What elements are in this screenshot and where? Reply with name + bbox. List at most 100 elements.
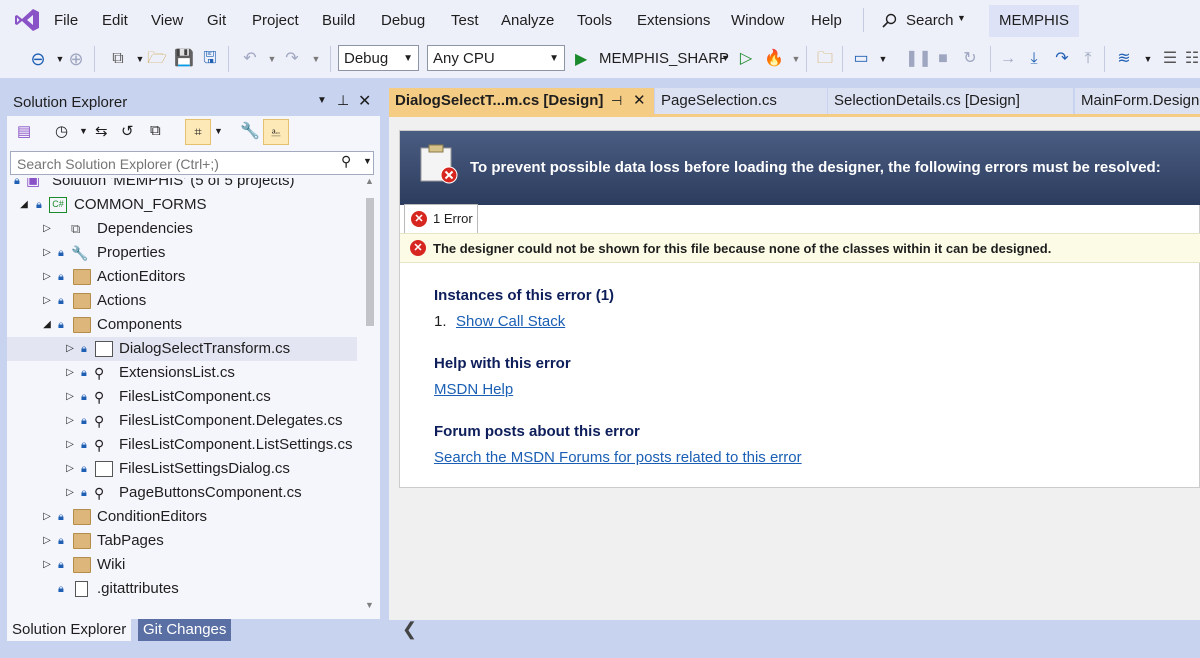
step-over-icon[interactable]: ↷	[1052, 49, 1072, 69]
tree-item-extensionslist[interactable]: ▷ 🔒︎ ⚲ ExtensionsList.cs	[7, 361, 357, 385]
collapsed-arrow-icon[interactable]: ▷	[41, 217, 53, 241]
tree-item-dialogselecttransform[interactable]: ▷ 🔒︎ DialogSelectTransform.cs	[7, 337, 357, 361]
tree-item-fileslistsettingsdialog[interactable]: ▷ 🔒︎ FilesListSettingsDialog.cs	[7, 457, 357, 481]
switch-views-icon[interactable]: ▤	[17, 122, 31, 140]
collapsed-arrow-icon[interactable]: ▷	[64, 481, 76, 505]
collapsed-arrow-icon[interactable]: ▷	[64, 385, 76, 409]
platform-dropdown[interactable]: Any CPU ▼	[427, 45, 565, 71]
visual-studio-logo-icon[interactable]	[14, 8, 40, 32]
menu-extensions[interactable]: Extensions	[637, 12, 710, 29]
chevron-down-icon[interactable]: ▼	[79, 126, 88, 136]
tree-item-pagebuttonscomponent[interactable]: ▷ 🔒︎ ⚲ PageButtonsComponent.cs	[7, 481, 357, 505]
menu-test[interactable]: Test	[451, 12, 479, 29]
scrollbar-thumb[interactable]	[366, 198, 374, 326]
scroll-down-icon[interactable]: ▼	[365, 600, 374, 610]
window-position-dropdown-icon[interactable]: ▼	[317, 95, 327, 106]
close-icon[interactable]: ✕	[358, 91, 371, 111]
find-in-files-icon[interactable]: 🗀	[815, 49, 835, 69]
menu-file[interactable]: File	[54, 12, 78, 29]
properties-wrench-icon[interactable]: 🔧	[240, 121, 260, 141]
collapsed-arrow-icon[interactable]: ▷	[41, 529, 53, 553]
tree-item-actions[interactable]: ▷ 🔒︎ Actions	[7, 289, 357, 313]
tree-item-gitattributes[interactable]: 🔒︎ .gitattributes	[7, 577, 357, 601]
project-node[interactable]: ◢ 🔒︎ C# COMMON_FORMS	[7, 193, 357, 217]
scroll-left-icon[interactable]: ❮	[402, 619, 417, 640]
redo-icon[interactable]: ↷	[282, 49, 302, 69]
menu-help[interactable]: Help	[811, 12, 842, 29]
horizontal-scrollbar[interactable]: ❮	[389, 619, 1200, 640]
collapsed-arrow-icon[interactable]: ▷	[64, 409, 76, 433]
pending-changes-filter-icon[interactable]: ◷	[55, 122, 68, 140]
tree-item-conditioneditors[interactable]: ▷ 🔒︎ ConditionEditors	[7, 505, 357, 529]
restart-icon[interactable]: ↻	[960, 49, 980, 69]
pin-icon[interactable]: ⊥	[337, 92, 349, 109]
collapsed-arrow-icon[interactable]: ▷	[41, 553, 53, 577]
tree-item-fileslistcomponent-listsettings[interactable]: ▷ 🔒︎ ⚲ FilesListComponent.ListSettings.c…	[7, 433, 357, 457]
tab-git-changes[interactable]: Git Changes	[138, 619, 232, 641]
navigate-back-icon[interactable]: ⊖	[28, 49, 48, 69]
collapsed-arrow-icon[interactable]: ▷	[64, 361, 76, 385]
tree-item-components[interactable]: ◢ 🔒︎ Components	[7, 313, 357, 337]
solution-node[interactable]: 🔒︎ ▣ Solution 'MEMPHIS' (5 of 5 projects…	[7, 178, 357, 193]
close-icon[interactable]: ✕	[633, 88, 646, 114]
tree-item-fileslistcomponent[interactable]: ▷ 🔒︎ ⚲ FilesListComponent.cs	[7, 385, 357, 409]
text-format-icon[interactable]: ☰	[1160, 49, 1180, 69]
menu-view[interactable]: View	[151, 12, 183, 29]
chevron-down-icon[interactable]: ▼	[262, 49, 282, 69]
hot-reload-icon[interactable]: 🔥	[764, 49, 784, 69]
solution-name-badge[interactable]: MEMPHIS	[989, 5, 1079, 37]
solution-search-input[interactable]	[15, 153, 339, 175]
save-all-icon[interactable]: 🖫	[200, 49, 220, 69]
collapse-all-icon[interactable]: ⧉	[150, 122, 161, 139]
step-into-icon[interactable]: ⤓	[1024, 49, 1044, 69]
tab-mainform-designer[interactable]: MainForm.Designer.cs	[1075, 88, 1200, 114]
step-out-icon[interactable]: ⤒	[1078, 49, 1098, 69]
tree-item-dependencies[interactable]: ▷ ⧉ Dependencies	[7, 217, 357, 241]
navigate-forward-icon[interactable]: ⊕	[66, 49, 86, 69]
pin-icon[interactable]: ⊣	[611, 88, 622, 114]
show-next-statement-icon[interactable]: →	[998, 49, 1018, 69]
collapsed-arrow-icon[interactable]: ▷	[64, 433, 76, 457]
refresh-icon[interactable]: ↺	[121, 122, 134, 140]
tab-solution-explorer[interactable]: Solution Explorer	[7, 619, 132, 641]
menu-analyze[interactable]: Analyze	[501, 12, 554, 29]
new-project-icon[interactable]: ⧉	[108, 49, 128, 69]
menu-window[interactable]: Window	[731, 12, 784, 29]
show-call-stack-link[interactable]: Show Call Stack	[456, 313, 565, 330]
layout-icon[interactable]: ▭	[851, 49, 871, 69]
save-icon[interactable]: 💾	[174, 49, 194, 69]
configuration-dropdown[interactable]: Debug ▼	[338, 45, 419, 71]
tree-item-wiki[interactable]: ▷ 🔒︎ Wiki	[7, 553, 357, 577]
menu-build[interactable]: Build	[322, 12, 355, 29]
stop-icon[interactable]: ■	[933, 49, 953, 69]
sync-with-active-document-icon[interactable]: ⇆	[95, 122, 108, 140]
chevron-down-icon[interactable]: ▼	[873, 49, 893, 69]
collapsed-arrow-icon[interactable]: ▷	[64, 337, 76, 361]
collapsed-arrow-icon[interactable]: ▷	[41, 505, 53, 529]
tab-dialogselecttransform-design[interactable]: DialogSelectT...m.cs [Design] ⊣ ✕	[389, 88, 654, 114]
chevron-down-icon[interactable]: ▼	[306, 49, 326, 69]
scroll-up-icon[interactable]: ▲	[365, 176, 374, 186]
comment-icon[interactable]: ☷	[1182, 49, 1200, 69]
tree-item-tabpages[interactable]: ▷ 🔒︎ TabPages	[7, 529, 357, 553]
collapsed-arrow-icon[interactable]: ▷	[41, 241, 53, 265]
tab-selectiondetails-design[interactable]: SelectionDetails.cs [Design]	[828, 88, 1073, 114]
pause-icon[interactable]: ❚❚	[905, 49, 932, 69]
open-folder-icon[interactable]: 🗁	[147, 49, 167, 69]
collapsed-arrow-icon[interactable]: ▷	[41, 289, 53, 313]
search-box[interactable]: Search ▼	[872, 6, 976, 34]
start-without-debugging-icon[interactable]: ▷	[736, 49, 756, 69]
expanded-arrow-icon[interactable]: ◢	[18, 193, 30, 217]
show-all-files-icon[interactable]: ⌗	[185, 119, 211, 145]
solution-search-box[interactable]: ⚲ ▼	[10, 151, 374, 175]
menu-project[interactable]: Project	[252, 12, 299, 29]
collapsed-arrow-icon[interactable]: ▷	[41, 265, 53, 289]
menu-tools[interactable]: Tools	[577, 12, 612, 29]
chevron-down-icon[interactable]: ▼	[786, 49, 806, 69]
undo-icon[interactable]: ↶	[240, 49, 260, 69]
error-count-tab[interactable]: ✕ 1 Error	[404, 204, 478, 233]
tab-pageselection[interactable]: PageSelection.cs	[655, 88, 827, 114]
menu-debug[interactable]: Debug	[381, 12, 425, 29]
tree-item-properties[interactable]: ▷ 🔒︎ 🔧 Properties	[7, 241, 357, 265]
diagnostic-tools-icon[interactable]: ≋	[1114, 49, 1134, 69]
